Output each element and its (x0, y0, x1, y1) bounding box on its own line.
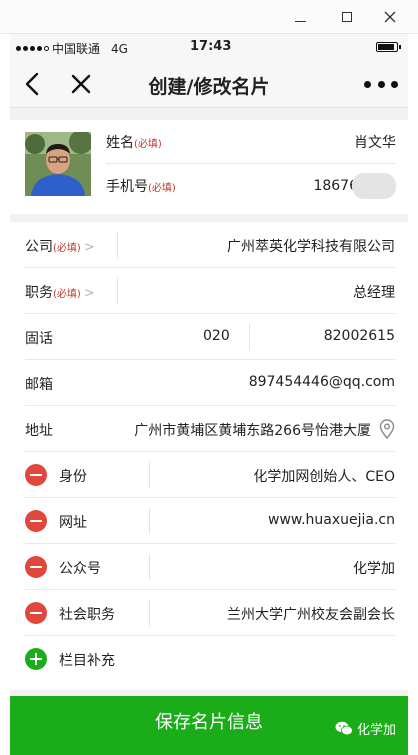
extra-field-value[interactable]: 兰州大学广州校友会副会长 (227, 604, 395, 624)
company-label: 公司 (25, 239, 53, 255)
landline-area-code[interactable]: 020 (203, 328, 230, 344)
wechat-icon (335, 721, 353, 736)
field-divider (149, 554, 150, 580)
name-required-tag: (必填) (134, 138, 162, 150)
network-type: 4G (111, 41, 128, 56)
position-label: 职务 (25, 285, 53, 301)
phone-label: 手机号 (106, 179, 148, 195)
address-value[interactable]: 广州市黄埔区黄埔东路266号怡港大厦 (134, 420, 371, 440)
extra-field-row[interactable]: 公众号 化学加 (25, 544, 395, 590)
company-row[interactable]: 公司(必填) > 广州萃英化学科技有限公司 (25, 222, 395, 268)
blurred-phone-digits (352, 173, 396, 199)
name-row[interactable]: 姓名(必填) 肖文华 (106, 120, 396, 164)
page-title: 创建/修改名片 (148, 76, 270, 98)
name-value: 肖文华 (354, 134, 396, 151)
card-fields-list: 公司(必填) > 广州萃英化学科技有限公司 职务(必填) > 总经理 固话 020 … (10, 222, 408, 690)
navigation-bar: 创建/修改名片 (10, 60, 408, 108)
position-value: 总经理 (353, 285, 395, 301)
field-divider (149, 462, 150, 488)
close-window-icon[interactable] (379, 6, 401, 28)
add-field-icon[interactable] (25, 648, 47, 670)
watermark-label: 化学加 (356, 723, 396, 738)
field-divider (117, 278, 118, 304)
field-divider (149, 508, 150, 534)
add-field-row[interactable]: 栏目补充 (25, 636, 395, 682)
battery-icon (376, 42, 401, 52)
remove-field-icon[interactable] (25, 602, 47, 624)
status-bar: 中国联通 4G 17:43 (10, 34, 408, 60)
minimize-icon[interactable] (289, 6, 311, 28)
name-label: 姓名 (106, 134, 134, 151)
field-divider (149, 600, 150, 626)
landline-row[interactable]: 固话 020 82002615 (25, 314, 395, 360)
company-required-tag: (必填) (53, 243, 81, 254)
email-row[interactable]: 邮箱 897454446@qq.com (25, 360, 395, 406)
status-time: 17:43 (190, 39, 232, 54)
window-title-bar (0, 0, 418, 34)
email-label: 邮箱 (25, 377, 53, 393)
profile-card: 姓名(必填) 肖文华 手机号(必填) 18676 (10, 120, 408, 214)
extra-field-row[interactable]: 社会职务 兰州大学广州校友会副会长 (25, 590, 395, 636)
extra-field-value[interactable]: 化学加网创始人、CEO (253, 466, 395, 486)
remove-field-icon[interactable] (25, 464, 47, 486)
chevron-right-icon[interactable]: > (84, 240, 95, 255)
location-pin-icon[interactable] (379, 419, 395, 440)
extra-field-row[interactable]: 网址 www.huaxuejia.cn (25, 498, 395, 544)
field-divider (117, 232, 118, 258)
signal-strength-icon (16, 46, 49, 51)
extra-field-row[interactable]: 身份 化学加网创始人、CEO (25, 452, 395, 498)
field-divider (249, 324, 250, 350)
watermark: 化学加 (335, 719, 396, 738)
chevron-right-icon[interactable]: > (84, 286, 95, 301)
address-label: 地址 (25, 423, 53, 439)
extra-field-label: 身份 (59, 469, 87, 485)
extra-field-label: 公众号 (59, 561, 101, 577)
remove-field-icon[interactable] (25, 510, 47, 532)
extra-field-label: 网址 (59, 515, 87, 531)
extra-field-label: 社会职务 (59, 607, 115, 623)
avatar[interactable] (25, 132, 91, 196)
phone-row[interactable]: 手机号(必填) 18676 (106, 164, 396, 208)
company-value: 广州萃英化学科技有限公司 (227, 239, 395, 255)
position-required-tag: (必填) (53, 289, 81, 300)
add-field-label: 栏目补充 (59, 653, 115, 669)
more-options-icon[interactable] (364, 74, 398, 94)
phone-screen: 中国联通 4G 17:43 创建/修改名片 姓名(必填) 肖文华 手机号(必填)… (10, 34, 408, 755)
remove-field-icon[interactable] (25, 556, 47, 578)
position-row[interactable]: 职务(必填) > 总经理 (25, 268, 395, 314)
extra-field-value[interactable]: www.huaxuejia.cn (268, 512, 395, 528)
extra-field-value[interactable]: 化学加 (353, 558, 395, 578)
address-row[interactable]: 地址 广州市黄埔区黄埔东路266号怡港大厦 (25, 406, 395, 452)
maximize-icon[interactable] (336, 6, 358, 28)
email-value[interactable]: 897454446@qq.com (249, 374, 395, 390)
phone-required-tag: (必填) (148, 183, 176, 194)
landline-label: 固话 (25, 331, 53, 347)
landline-number[interactable]: 82002615 (324, 328, 395, 344)
carrier-label: 中国联通 (52, 42, 101, 56)
